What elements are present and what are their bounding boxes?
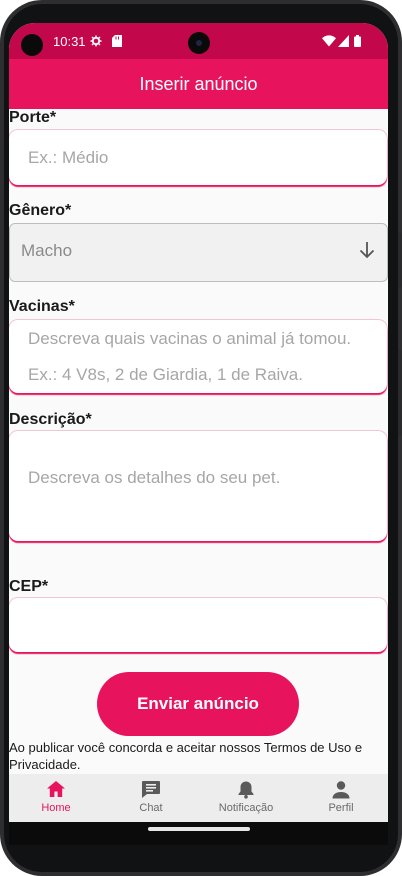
descricao-label: Descrição* xyxy=(9,411,92,428)
power-button xyxy=(398,350,402,436)
descricao-textarea[interactable]: Descreva os detalhes do seu pet. xyxy=(9,431,387,541)
system-navigation-bar xyxy=(9,822,388,845)
screen: 10:31 Inserir anúncio Porte* Ex.: Médio … xyxy=(9,23,388,845)
cep-input[interactable] xyxy=(9,598,387,652)
submit-button-label: Enviar anúncio xyxy=(137,694,259,713)
form-content: Porte* Ex.: Médio Gênero* Macho Vacinas*… xyxy=(9,109,388,774)
cep-label: CEP* xyxy=(9,578,49,595)
porte-placeholder: Ex.: Médio xyxy=(28,148,109,167)
submit-button[interactable]: Enviar anúncio xyxy=(97,672,299,736)
status-bar: 10:31 xyxy=(9,23,388,59)
nav-chat-label: Chat xyxy=(139,802,163,814)
nav-notificacao-label: Notificação xyxy=(218,802,274,814)
vacinas-label: Vacinas* xyxy=(9,298,75,315)
nav-home-label: Home xyxy=(41,802,71,814)
arrow-down-icon xyxy=(359,242,375,259)
vacinas-textarea[interactable]: Descreva quais vacinas o animal já tomou… xyxy=(9,320,387,393)
battery-icon xyxy=(354,35,361,47)
porte-label: Porte* xyxy=(9,109,57,126)
app-bar: Inserir anúncio xyxy=(9,59,388,109)
home-gesture-pill[interactable] xyxy=(148,827,250,831)
vacinas-placeholder-line2: Ex.: 4 V8s, 2 de Giardia, 1 de Raiva. xyxy=(28,365,303,384)
phone-frame: 10:31 Inserir anúncio Porte* Ex.: Médio … xyxy=(0,0,402,876)
page-title: Inserir anúncio xyxy=(139,73,258,94)
genero-selected-value: Macho xyxy=(21,241,73,260)
nav-home[interactable]: Home xyxy=(9,774,103,822)
nav-notificacao[interactable]: Notificação xyxy=(199,774,293,822)
chat-icon xyxy=(142,781,160,798)
nav-perfil[interactable]: Perfil xyxy=(294,774,388,822)
porte-input[interactable]: Ex.: Médio xyxy=(9,130,387,185)
wifi-icon xyxy=(322,35,336,47)
camera-dot-left xyxy=(21,34,43,56)
settings-icon xyxy=(90,35,102,47)
signal-icon xyxy=(338,35,349,47)
sd-card-icon xyxy=(112,35,122,47)
genero-label: Gênero* xyxy=(9,202,72,219)
vacinas-placeholder-line1: Descreva quais vacinas o animal já tomou… xyxy=(28,329,352,348)
genero-dropdown[interactable]: Macho xyxy=(9,223,388,282)
nav-perfil-label: Perfil xyxy=(328,802,354,814)
volume-button xyxy=(398,232,402,288)
status-time: 10:31 xyxy=(53,34,86,49)
bell-icon xyxy=(238,781,254,799)
person-icon xyxy=(332,781,350,799)
descricao-placeholder: Descreva os detalhes do seu pet. xyxy=(28,468,281,487)
terms-text: Ao publicar você concorda e aceitar noss… xyxy=(9,740,363,772)
bottom-navigation: Home Chat Notificação Perfil xyxy=(9,774,388,822)
front-camera xyxy=(188,32,210,54)
nav-chat[interactable]: Chat xyxy=(104,774,198,822)
home-icon xyxy=(47,781,65,797)
